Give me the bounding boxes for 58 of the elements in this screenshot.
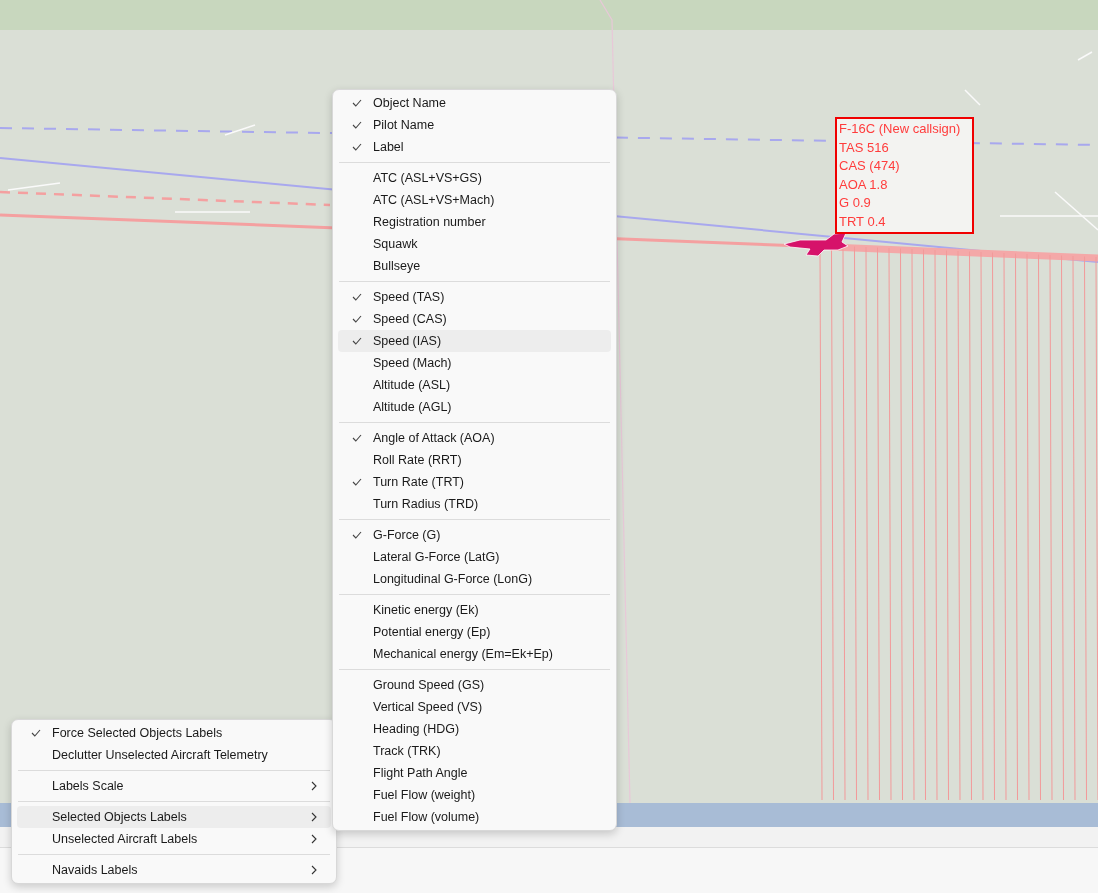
- menu-item[interactable]: Unselected Aircraft Labels: [17, 828, 331, 850]
- menu-item[interactable]: Pilot Name: [338, 114, 611, 136]
- check-icon: [351, 99, 362, 107]
- menu-item[interactable]: Turn Rate (TRT): [338, 471, 611, 493]
- check-icon: [351, 531, 362, 539]
- menu-item[interactable]: Lateral G-Force (LatG): [338, 546, 611, 568]
- menu-item[interactable]: ATC (ASL+VS+GS): [338, 167, 611, 189]
- chevron-right-icon: [311, 834, 317, 844]
- telemetry-line: F-16C (New callsign): [839, 120, 962, 138]
- menu-item[interactable]: Mechanical energy (Em=Ek+Ep): [338, 643, 611, 665]
- menu-item[interactable]: Flight Path Angle: [338, 762, 611, 784]
- telemetry-line: CAS (474): [839, 157, 901, 175]
- menu-item[interactable]: Speed (IAS): [338, 330, 611, 352]
- menu-item[interactable]: Labels Scale: [17, 775, 331, 797]
- telemetry-line: TRT 0.4: [839, 212, 887, 231]
- menu-item[interactable]: Roll Rate (RRT): [338, 449, 611, 471]
- chevron-right-icon: [311, 781, 317, 791]
- menu-item[interactable]: ATC (ASL+VS+Mach): [338, 189, 611, 211]
- menu-item[interactable]: Altitude (ASL): [338, 374, 611, 396]
- menu-item[interactable]: Speed (Mach): [338, 352, 611, 374]
- menu-item[interactable]: Altitude (AGL): [338, 396, 611, 418]
- menu-item[interactable]: Longitudinal G-Force (LonG): [338, 568, 611, 590]
- check-icon: [351, 293, 362, 301]
- menu-item[interactable]: G-Force (G): [338, 524, 611, 546]
- menu-item[interactable]: Speed (CAS): [338, 308, 611, 330]
- menu-item[interactable]: Label: [338, 136, 611, 158]
- menu-item[interactable]: Ground Speed (GS): [338, 674, 611, 696]
- menu-item[interactable]: Potential energy (Ep): [338, 621, 611, 643]
- menu-item[interactable]: Force Selected Objects Labels: [17, 722, 331, 744]
- check-icon: [351, 337, 362, 345]
- check-icon: [351, 434, 362, 442]
- telemetry-line: TAS 516: [839, 138, 890, 157]
- menu-item[interactable]: Squawk: [338, 233, 611, 255]
- menu-item[interactable]: Heading (HDG): [338, 718, 611, 740]
- menu-item[interactable]: Turn Radius (TRD): [338, 493, 611, 515]
- check-icon: [30, 729, 41, 737]
- menu-item[interactable]: Navaids Labels: [17, 859, 331, 881]
- menu-item[interactable]: Angle of Attack (AOA): [338, 427, 611, 449]
- check-icon: [351, 478, 362, 486]
- menu-item[interactable]: Object Name: [338, 92, 611, 114]
- menu-item[interactable]: Track (TRK): [338, 740, 611, 762]
- check-icon: [351, 143, 362, 151]
- telemetry-line: AOA 1.8: [839, 175, 889, 194]
- telemetry-line: G 0.9: [839, 194, 872, 212]
- menu-item[interactable]: Bullseye: [338, 255, 611, 277]
- check-icon: [351, 121, 362, 129]
- check-icon: [351, 315, 362, 323]
- menu-item[interactable]: Kinetic energy (Ek): [338, 599, 611, 621]
- chevron-right-icon: [311, 865, 317, 875]
- menu-item[interactable]: Fuel Flow (weight): [338, 784, 611, 806]
- menu-item[interactable]: Vertical Speed (VS): [338, 696, 611, 718]
- menu-item[interactable]: Registration number: [338, 211, 611, 233]
- chevron-right-icon: [311, 812, 317, 822]
- menu-item[interactable]: Speed (TAS): [338, 286, 611, 308]
- menu-item[interactable]: Fuel Flow (volume): [338, 806, 611, 828]
- fighter-jet-icon: [783, 232, 849, 257]
- menu-item[interactable]: Selected Objects Labels: [17, 806, 331, 828]
- menu-item[interactable]: Declutter Unselected Aircraft Telemetry: [17, 744, 331, 766]
